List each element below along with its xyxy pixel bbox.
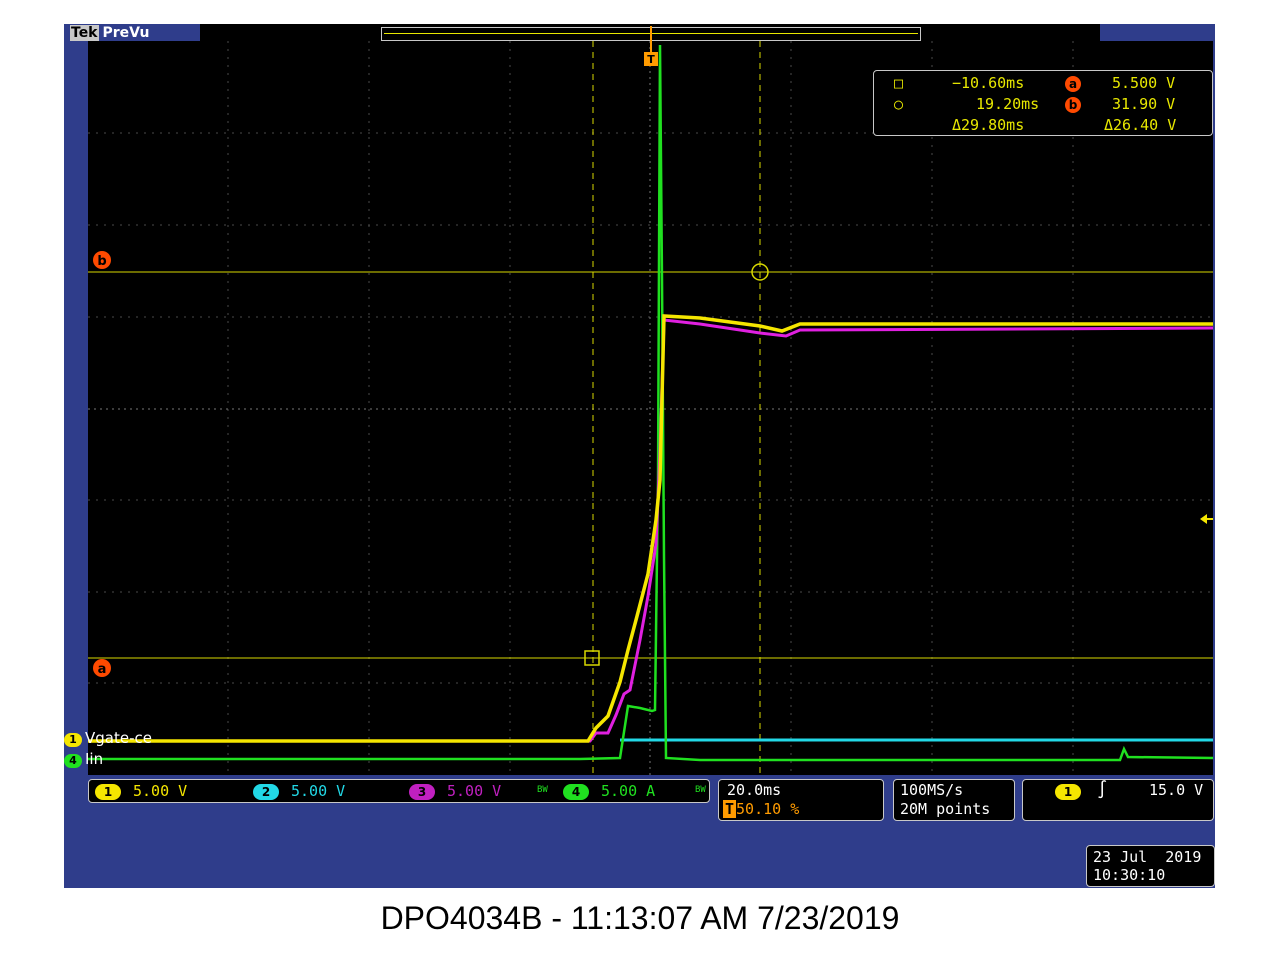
delta-time: Δ29.80ms xyxy=(952,116,1025,134)
square-cursor-icon: □ xyxy=(894,74,904,92)
trigger-position-readout: T 50.10 % xyxy=(723,800,800,818)
trigger-level-arrow[interactable] xyxy=(1200,514,1213,524)
timebase-panel[interactable]: 20.0ms T 50.10 % xyxy=(718,779,884,821)
ch3-scale[interactable]: 3 5.00 V xyxy=(409,782,501,800)
bw-limit-icon-ch4: BW xyxy=(695,785,706,795)
cursor-readout-panel: □ −10.60ms a 5.500 V ○ 19.20ms b 31.90 V… xyxy=(873,70,1213,136)
cursor-b-marker[interactable]: b xyxy=(93,251,111,269)
bw-limit-icon: BW xyxy=(537,785,548,795)
timebase-value: 20.0ms xyxy=(727,781,782,799)
ch1-name: Vgate-ce xyxy=(85,729,152,747)
cursor-1-time: −10.60ms xyxy=(952,74,1025,92)
ch1-scale[interactable]: 1 5.00 V xyxy=(95,782,187,800)
cursor-a-marker[interactable]: a xyxy=(93,659,111,677)
trigger-level: 15.0 V xyxy=(1149,781,1204,799)
cursor-b-volt: 31.90 V xyxy=(1112,95,1176,113)
cursor-b-letter: b xyxy=(97,254,106,269)
delta-volt: Δ26.40 V xyxy=(1104,116,1177,134)
cursor-a-letter: a xyxy=(98,662,107,677)
record-length: 20M points xyxy=(900,800,991,818)
trigger-position-marker[interactable]: T xyxy=(644,26,658,66)
graticule-center-axes xyxy=(88,41,1213,775)
acquisition-panel[interactable]: 100MS/s 20M points xyxy=(893,779,1015,821)
date-time-panel: 23 Jul 2019 10:30:10 xyxy=(1086,845,1215,887)
ch4-ground-label[interactable]: 4 Iin xyxy=(64,750,103,768)
marker-a-icon: a xyxy=(1065,74,1081,92)
rising-edge-icon: ∫ xyxy=(1097,780,1108,800)
ch4-name: Iin xyxy=(85,750,104,768)
trigger-panel[interactable]: 1 ∫ 15.0 V xyxy=(1022,779,1214,821)
date-readout: 23 Jul 2019 xyxy=(1093,848,1202,866)
ch2-scale[interactable]: 2 5.00 V xyxy=(253,782,345,800)
trigger-source-badge: 1 xyxy=(1055,782,1081,800)
cursor-a-volt: 5.500 V xyxy=(1112,74,1176,92)
ch4-scale[interactable]: 4 5.00 A xyxy=(563,782,655,800)
channel-status-bar: 1 5.00 V 2 5.00 V 3 5.00 V BW 4 5.00 A BW xyxy=(88,779,710,803)
time-readout: 10:30:10 xyxy=(1093,866,1166,884)
screenshot-caption: DPO4034B - 11:13:07 AM 7/23/2019 xyxy=(380,900,900,936)
ch1-badge: 1 xyxy=(64,733,82,747)
ch4-badge: 4 xyxy=(64,754,82,768)
cursor-2-time: 19.20ms xyxy=(976,95,1040,113)
circle-cursor-icon: ○ xyxy=(894,95,904,113)
sample-rate: 100MS/s xyxy=(900,781,964,799)
trigger-t-label: T xyxy=(647,53,655,66)
ch1-ground-label[interactable]: 1 Vgate-ce xyxy=(64,729,152,747)
marker-b-icon: b xyxy=(1065,95,1081,113)
